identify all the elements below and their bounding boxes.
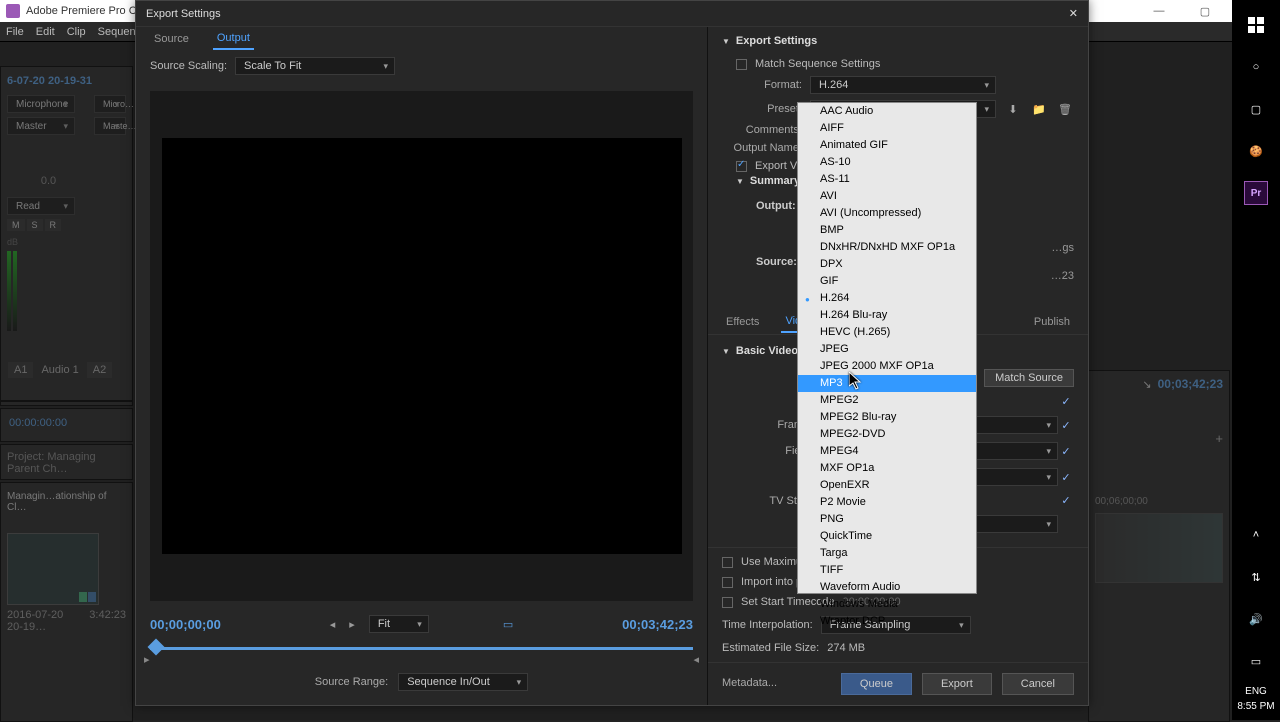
notification-icon[interactable]: ▭ bbox=[1232, 640, 1280, 682]
format-option[interactable]: BMP bbox=[798, 222, 976, 239]
output-name-label: Output Name: bbox=[722, 142, 802, 154]
fit-select[interactable]: Fit bbox=[369, 615, 429, 633]
format-option[interactable]: H.264 Blu-ray bbox=[798, 307, 976, 324]
comments-label: Comments: bbox=[722, 124, 802, 136]
format-option[interactable]: TIFF bbox=[798, 562, 976, 579]
format-option[interactable]: QuickTime bbox=[798, 528, 976, 545]
format-option[interactable]: MPEG2 bbox=[798, 392, 976, 409]
metadata-button[interactable]: Metadata... bbox=[722, 673, 777, 695]
format-option[interactable]: AS-11 bbox=[798, 171, 976, 188]
dialog-titlebar: Export Settings ✕ bbox=[136, 1, 1088, 27]
preview-area bbox=[150, 91, 693, 601]
minimize-button[interactable]: — bbox=[1136, 0, 1182, 22]
prev-frame-icon[interactable]: ◂ bbox=[330, 618, 336, 631]
tab-effects[interactable]: Effects bbox=[722, 312, 763, 332]
dialog-close-icon[interactable]: ✕ bbox=[1069, 7, 1078, 20]
format-select[interactable]: H.264 bbox=[810, 76, 996, 94]
format-option[interactable]: MPEG2 Blu-ray bbox=[798, 409, 976, 426]
scaling-select[interactable]: Scale To Fit bbox=[235, 57, 395, 75]
tray-up-icon[interactable]: ˄ bbox=[1232, 514, 1280, 556]
format-option[interactable]: DNxHR/DNxHD MXF OP1a bbox=[798, 239, 976, 256]
timecode-in[interactable]: 00;00;00;00 bbox=[150, 617, 221, 632]
format-option[interactable]: Windows Media bbox=[798, 596, 976, 613]
menu-edit[interactable]: Edit bbox=[36, 26, 55, 38]
match-sequence-label: Match Sequence Settings bbox=[755, 58, 880, 70]
dialog-title: Export Settings bbox=[146, 8, 221, 20]
volume-icon[interactable]: 🔊 bbox=[1232, 598, 1280, 640]
check-aspect[interactable]: ✓ bbox=[1058, 471, 1074, 484]
source-range-select[interactable]: Sequence In/Out bbox=[398, 673, 528, 691]
wifi-icon[interactable]: ⇅ bbox=[1232, 556, 1280, 598]
set-start-checkbox[interactable] bbox=[722, 597, 733, 608]
format-option[interactable]: GIF bbox=[798, 273, 976, 290]
format-option[interactable]: Targa bbox=[798, 545, 976, 562]
check-tvstd[interactable]: ✓ bbox=[1058, 494, 1074, 507]
format-option[interactable]: MPEG2-DVD bbox=[798, 426, 976, 443]
app-icon bbox=[6, 4, 20, 18]
format-option[interactable]: P2 Movie bbox=[798, 494, 976, 511]
format-dropdown[interactable]: AAC AudioAIFFAnimated GIFAS-10AS-11AVIAV… bbox=[797, 102, 977, 594]
master-select[interactable]: Master bbox=[7, 117, 75, 135]
tab-publish[interactable]: Publish bbox=[1030, 312, 1074, 332]
format-option[interactable]: Waveform Audio bbox=[798, 579, 976, 596]
language-indicator[interactable]: ENG bbox=[1245, 686, 1267, 697]
taskview-icon[interactable]: ▢ bbox=[1232, 88, 1280, 130]
queue-button[interactable]: Queue bbox=[841, 673, 912, 695]
format-option[interactable]: MP3 bbox=[798, 375, 976, 392]
expand-icon[interactable]: ↘ bbox=[1142, 378, 1151, 391]
check-field[interactable]: ✓ bbox=[1058, 445, 1074, 458]
windows-taskbar: ○ ▢ 🍪 Pr ˄ ⇅ 🔊 ▭ ENG 8:55 PM bbox=[1232, 0, 1280, 720]
format-option[interactable]: Animated GIF bbox=[798, 137, 976, 154]
export-settings-header[interactable]: Export Settings bbox=[722, 35, 1074, 47]
format-option[interactable]: AS-10 bbox=[798, 154, 976, 171]
maximize-button[interactable]: ▢ bbox=[1182, 0, 1228, 22]
format-option[interactable]: PNG bbox=[798, 511, 976, 528]
menu-clip[interactable]: Clip bbox=[67, 26, 86, 38]
check-1[interactable]: ✓ bbox=[1058, 395, 1074, 408]
tab-source[interactable]: Source bbox=[150, 29, 193, 49]
next-frame-icon[interactable]: ▸ bbox=[349, 618, 355, 631]
format-option[interactable]: AVI (Uncompressed) bbox=[798, 205, 976, 222]
format-option[interactable]: DPX bbox=[798, 256, 976, 273]
import-preset-icon[interactable]: 📁 bbox=[1030, 100, 1048, 118]
tab-output[interactable]: Output bbox=[213, 28, 254, 50]
format-option[interactable]: JPEG 2000 MXF OP1a bbox=[798, 358, 976, 375]
aspect-icon[interactable]: ▭ bbox=[503, 618, 513, 631]
menu-file[interactable]: File bbox=[6, 26, 24, 38]
export-video-checkbox[interactable] bbox=[736, 161, 747, 172]
source-range-label: Source Range: bbox=[315, 676, 388, 688]
match-sequence-checkbox[interactable] bbox=[736, 59, 747, 70]
check-frame[interactable]: ✓ bbox=[1058, 419, 1074, 432]
timeline-scrubber[interactable]: ▸ ◂ bbox=[150, 639, 693, 657]
format-option[interactable]: AAC Audio bbox=[798, 103, 976, 120]
format-option[interactable]: OpenEXR bbox=[798, 477, 976, 494]
format-option[interactable]: H.264 bbox=[798, 290, 976, 307]
format-option[interactable]: AVI bbox=[798, 188, 976, 205]
format-option[interactable]: MPEG4 bbox=[798, 443, 976, 460]
format-option[interactable]: AIFF bbox=[798, 120, 976, 137]
mic-select[interactable]: Microphone bbox=[7, 95, 75, 113]
win-start-icon[interactable] bbox=[1232, 4, 1280, 46]
emoji-icon[interactable]: 🍪 bbox=[1232, 130, 1280, 172]
format-option[interactable]: JPEG bbox=[798, 341, 976, 358]
format-option[interactable]: Wraptor DCP bbox=[798, 613, 976, 630]
save-preset-icon[interactable]: ⬇ bbox=[1004, 100, 1022, 118]
export-button[interactable]: Export bbox=[922, 673, 992, 695]
import-proj-checkbox[interactable] bbox=[722, 577, 733, 588]
clock[interactable]: 8:55 PM bbox=[1237, 701, 1274, 712]
use-max-checkbox[interactable] bbox=[722, 557, 733, 568]
match-source-button[interactable]: Match Source bbox=[984, 369, 1074, 387]
timecode-out[interactable]: 00;03;42;23 bbox=[622, 617, 693, 632]
preview-canvas bbox=[162, 138, 682, 554]
preset-label: Preset: bbox=[722, 103, 802, 115]
cortana-icon[interactable]: ○ bbox=[1232, 46, 1280, 88]
scaling-label: Source Scaling: bbox=[150, 60, 227, 72]
delete-preset-icon[interactable]: 🗑 bbox=[1056, 100, 1074, 118]
format-label: Format: bbox=[722, 79, 802, 91]
format-option[interactable]: MXF OP1a bbox=[798, 460, 976, 477]
read-select[interactable]: Read bbox=[7, 197, 75, 215]
premiere-taskbar-icon[interactable]: Pr bbox=[1232, 172, 1280, 214]
format-option[interactable]: HEVC (H.265) bbox=[798, 324, 976, 341]
cancel-button[interactable]: Cancel bbox=[1002, 673, 1074, 695]
